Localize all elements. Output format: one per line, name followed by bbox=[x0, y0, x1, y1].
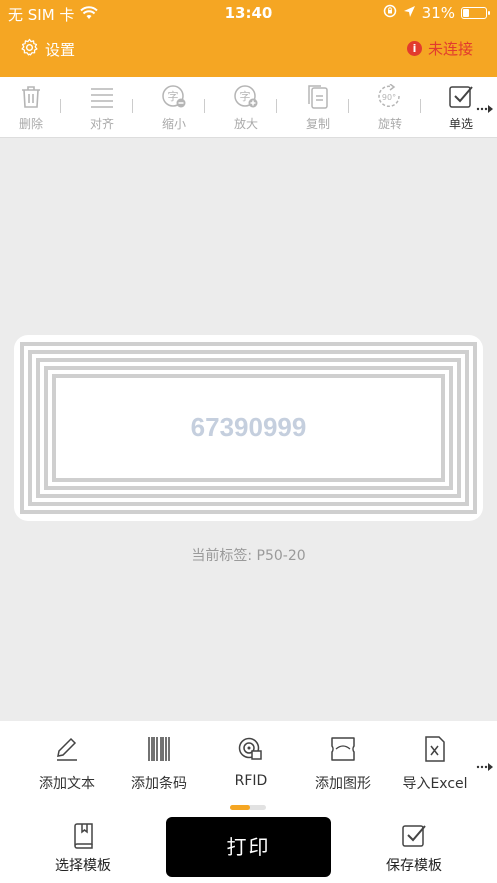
save-check-icon bbox=[369, 823, 459, 849]
add-menu-more-arrow-icon[interactable] bbox=[476, 757, 494, 776]
toolbar-divider bbox=[132, 99, 133, 113]
label-canvas[interactable]: 67390999 bbox=[14, 335, 483, 521]
connection-status-button[interactable]: i 未连接 bbox=[406, 38, 473, 59]
gear-icon bbox=[20, 38, 39, 61]
book-icon bbox=[38, 823, 128, 849]
save-template-button[interactable]: 保存模板 bbox=[369, 823, 459, 875]
status-bar: 无 SIM 卡 13:40 31% bbox=[0, 0, 497, 26]
rotate-icon: 90° bbox=[365, 83, 415, 111]
text-shrink-icon: 字 bbox=[149, 83, 199, 111]
barcode-icon bbox=[114, 733, 204, 765]
info-icon: i bbox=[406, 41, 422, 56]
enlarge-label: 放大 bbox=[233, 117, 258, 131]
toolbar-divider bbox=[420, 99, 421, 113]
bottom-panel: 添加文本 添加条码 RFID 添加图形 导入Excel 选择模板 打印 保存模板 bbox=[0, 721, 497, 883]
settings-label: 设置 bbox=[45, 41, 76, 59]
add-barcode-button[interactable]: 添加条码 bbox=[114, 733, 204, 793]
nav-bar: 设置 i 未连接 bbox=[0, 30, 497, 72]
toolbar-divider bbox=[348, 99, 349, 113]
select-template-button[interactable]: 选择模板 bbox=[38, 823, 128, 875]
add-shape-label: 添加图形 bbox=[315, 776, 371, 792]
page-indicator bbox=[230, 805, 266, 810]
toolbar-divider bbox=[276, 99, 277, 113]
rotate-button[interactable]: 90° 旋转 bbox=[365, 83, 415, 132]
copy-label: 复制 bbox=[305, 117, 330, 131]
rfid-button[interactable]: RFID bbox=[206, 733, 296, 789]
svg-text:字: 字 bbox=[240, 89, 251, 103]
excel-icon bbox=[390, 733, 480, 765]
svg-text:90°: 90° bbox=[382, 93, 396, 102]
barcode-text[interactable]: 67390999 bbox=[14, 412, 483, 443]
rfid-label: RFID bbox=[234, 773, 268, 789]
print-button[interactable]: 打印 bbox=[166, 817, 331, 877]
edit-toolbar: 删除 对齐 字 缩小 字 放大 复制 90° 旋转 单选 bbox=[0, 77, 497, 138]
current-label-text: 当前标签: P50-20 bbox=[191, 548, 306, 564]
trash-icon bbox=[6, 83, 56, 111]
align-icon bbox=[77, 83, 127, 111]
rotate-label: 旋转 bbox=[377, 117, 402, 131]
copy-icon bbox=[293, 83, 343, 111]
text-enlarge-icon: 字 bbox=[221, 83, 271, 111]
add-text-button[interactable]: 添加文本 bbox=[22, 733, 112, 793]
rfid-icon bbox=[206, 733, 296, 765]
toolbar-more-arrow-icon[interactable] bbox=[476, 99, 494, 118]
settings-button[interactable]: 设置 bbox=[20, 38, 75, 61]
svg-text:字: 字 bbox=[168, 89, 179, 103]
top-bar: 无 SIM 卡 13:40 31% 设置 i 未连接 bbox=[0, 0, 497, 77]
page-indicator-active bbox=[230, 805, 250, 810]
delete-label: 删除 bbox=[18, 117, 43, 131]
toolbar-divider bbox=[204, 99, 205, 113]
toolbar-divider bbox=[60, 99, 61, 113]
location-icon bbox=[403, 4, 416, 22]
status-right: 31% bbox=[383, 4, 490, 22]
add-barcode-label: 添加条码 bbox=[131, 776, 187, 792]
align-label: 对齐 bbox=[89, 117, 114, 131]
shape-icon bbox=[298, 733, 388, 765]
battery-icon bbox=[461, 7, 490, 19]
orientation-lock-icon bbox=[383, 4, 397, 22]
add-text-label: 添加文本 bbox=[39, 776, 95, 792]
connection-status-label: 未连接 bbox=[427, 40, 473, 58]
pen-icon bbox=[22, 733, 112, 765]
copy-button[interactable]: 复制 bbox=[293, 83, 343, 132]
select-template-label: 选择模板 bbox=[55, 858, 111, 874]
import-excel-label: 导入Excel bbox=[402, 776, 468, 792]
align-button[interactable]: 对齐 bbox=[77, 83, 127, 132]
add-shape-button[interactable]: 添加图形 bbox=[298, 733, 388, 793]
delete-button[interactable]: 删除 bbox=[6, 83, 56, 132]
shrink-button[interactable]: 字 缩小 bbox=[149, 83, 199, 132]
battery-percent: 31% bbox=[421, 4, 455, 22]
enlarge-button[interactable]: 字 放大 bbox=[221, 83, 271, 132]
save-template-label: 保存模板 bbox=[386, 858, 442, 874]
import-excel-button[interactable]: 导入Excel bbox=[390, 733, 480, 793]
shrink-label: 缩小 bbox=[161, 117, 186, 131]
